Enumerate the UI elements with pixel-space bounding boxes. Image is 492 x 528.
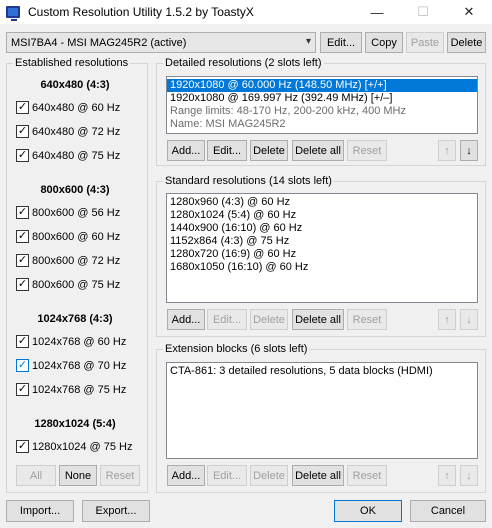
checkbox-800x600-56[interactable]: ✓ 800x600 @ 56 Hz	[16, 206, 120, 219]
detailed-delete-all-button[interactable]: Delete all	[292, 140, 344, 161]
detailed-resolutions-title: Detailed resolutions (2 slots left)	[165, 57, 322, 69]
import-button[interactable]: Import...	[6, 500, 74, 522]
all-button: All	[16, 465, 56, 486]
list-item[interactable]: 1152x864 (4:3) @ 75 Hz	[167, 235, 477, 248]
window-controls: — ☐ ✕	[354, 0, 492, 24]
checkbox-label: 1024x768 @ 60 Hz	[32, 335, 127, 348]
checkbox-800x600-72[interactable]: ✓ 800x600 @ 72 Hz	[16, 254, 120, 267]
extension-blocks-title: Extension blocks (6 slots left)	[165, 343, 308, 355]
list-item[interactable]: Name: MSI MAG245R2	[167, 118, 477, 131]
checkbox-label: 640x480 @ 60 Hz	[32, 101, 121, 114]
checkbox-icon[interactable]: ✓	[16, 125, 29, 138]
checkbox-label: 1280x1024 @ 75 Hz	[32, 440, 133, 453]
cancel-button[interactable]: Cancel	[410, 500, 486, 522]
minimize-button[interactable]: —	[354, 0, 400, 24]
standard-resolutions-title: Standard resolutions (14 slots left)	[165, 175, 332, 187]
checkbox-label: 800x600 @ 75 Hz	[32, 278, 121, 291]
group-heading: 640x480 (4:3)	[40, 79, 110, 91]
maximize-button: ☐	[417, 4, 429, 19]
ok-button[interactable]: OK	[334, 500, 402, 522]
detailed-edit-button[interactable]: Edit...	[207, 140, 247, 161]
checkbox-640x480-75[interactable]: ✓ 640x480 @ 75 Hz	[16, 149, 120, 162]
close-button[interactable]: ✕	[446, 0, 492, 24]
checkbox-label: 640x480 @ 72 Hz	[32, 125, 121, 138]
move-down-icon[interactable]: ↓	[460, 140, 478, 161]
checkbox-label: 800x600 @ 56 Hz	[32, 206, 121, 219]
group-heading: 1280x1024 (5:4)	[34, 418, 116, 430]
checkbox-label: 640x480 @ 75 Hz	[32, 149, 121, 162]
list-item[interactable]: 1280x960 (4:3) @ 60 Hz	[167, 196, 477, 209]
checkbox-icon[interactable]: ✓	[16, 230, 29, 243]
list-item[interactable]: 1680x1050 (16:10) @ 60 Hz	[167, 261, 477, 274]
checkbox-icon[interactable]: ✓	[16, 440, 29, 453]
move-up-icon: ↑	[438, 309, 456, 330]
none-button[interactable]: None	[59, 465, 97, 486]
checkbox-icon[interactable]: ✓	[16, 335, 29, 348]
extension-edit-button: Edit...	[207, 465, 247, 486]
extension-blocks-list[interactable]: CTA-861: 3 detailed resolutions, 5 data …	[166, 362, 478, 459]
checkbox-1024x768-75[interactable]: ✓ 1024x768 @ 75 Hz	[16, 383, 126, 396]
move-down-icon: ↓	[460, 309, 478, 330]
checkbox-800x600-75[interactable]: ✓ 800x600 @ 75 Hz	[16, 278, 120, 291]
detailed-add-button[interactable]: Add...	[167, 140, 205, 161]
checkbox-icon[interactable]: ✓	[16, 383, 29, 396]
group-heading: 800x600 (4:3)	[40, 184, 110, 196]
standard-delete-all-button[interactable]: Delete all	[292, 309, 344, 330]
move-up-icon: ↑	[438, 465, 456, 486]
detailed-delete-button[interactable]: Delete	[250, 140, 288, 161]
checkbox-label: 800x600 @ 60 Hz	[32, 230, 121, 243]
checkbox-label: 1024x768 @ 75 Hz	[32, 383, 127, 396]
checkbox-icon[interactable]: ✓	[16, 278, 29, 291]
chevron-down-icon: ▾	[305, 36, 311, 47]
extension-add-button[interactable]: Add...	[167, 465, 205, 486]
checkbox-label: 800x600 @ 72 Hz	[32, 254, 121, 267]
copy-button[interactable]: Copy	[365, 32, 403, 53]
checkbox-icon[interactable]: ✓	[16, 101, 29, 114]
checkbox-800x600-60[interactable]: ✓ 800x600 @ 60 Hz	[16, 230, 120, 243]
checkbox-1024x768-70[interactable]: ✓ 1024x768 @ 70 Hz	[16, 359, 126, 372]
paste-button: Paste	[406, 32, 444, 53]
standard-resolutions-list[interactable]: 1280x960 (4:3) @ 60 Hz 1280x1024 (5:4) @…	[166, 193, 478, 303]
checkbox-1280x1024-75[interactable]: ✓ 1280x1024 @ 75 Hz	[16, 440, 132, 453]
detailed-reset-button: Reset	[347, 140, 387, 161]
checkbox-icon[interactable]: ✓	[16, 254, 29, 267]
standard-reset-button: Reset	[347, 309, 387, 330]
list-item[interactable]: 1920x1080 @ 60.000 Hz (148.50 MHz) [+/+]	[167, 79, 477, 92]
standard-add-button[interactable]: Add...	[167, 309, 205, 330]
reset-established-button: Reset	[100, 465, 140, 486]
move-down-icon: ↓	[460, 465, 478, 486]
checkbox-label: 1024x768 @ 70 Hz	[32, 359, 127, 372]
list-item[interactable]: 1280x1024 (5:4) @ 60 Hz	[167, 209, 477, 222]
checkbox-1024x768-60[interactable]: ✓ 1024x768 @ 60 Hz	[16, 335, 126, 348]
checkbox-640x480-72[interactable]: ✓ 640x480 @ 72 Hz	[16, 125, 120, 138]
extension-delete-button: Delete	[250, 465, 288, 486]
list-item[interactable]: CTA-861: 3 detailed resolutions, 5 data …	[167, 365, 477, 378]
group-heading: 1024x768 (4:3)	[37, 313, 113, 325]
monitor-edit-button[interactable]: Edit...	[320, 32, 362, 53]
extension-reset-button: Reset	[347, 465, 387, 486]
standard-delete-button: Delete	[250, 309, 288, 330]
list-item[interactable]: 1280x720 (16:9) @ 60 Hz	[167, 248, 477, 261]
detailed-resolutions-list[interactable]: 1920x1080 @ 60.000 Hz (148.50 MHz) [+/+]…	[166, 76, 478, 134]
checkbox-icon[interactable]: ✓	[16, 359, 29, 372]
list-item[interactable]: 1920x1080 @ 169.997 Hz (392.49 MHz) [+/–…	[167, 92, 477, 105]
list-item[interactable]: 1440x900 (16:10) @ 60 Hz	[167, 222, 477, 235]
list-item[interactable]: Range limits: 48-170 Hz, 200-200 kHz, 40…	[167, 105, 477, 118]
move-up-icon: ↑	[438, 140, 456, 161]
extension-delete-all-button[interactable]: Delete all	[292, 465, 344, 486]
export-button[interactable]: Export...	[82, 500, 150, 522]
checkbox-icon[interactable]: ✓	[16, 149, 29, 162]
delete-monitor-button[interactable]: Delete	[447, 32, 486, 53]
checkbox-icon[interactable]: ✓	[16, 206, 29, 219]
standard-edit-button: Edit...	[207, 309, 247, 330]
checkbox-640x480-60[interactable]: ✓ 640x480 @ 60 Hz	[16, 101, 120, 114]
